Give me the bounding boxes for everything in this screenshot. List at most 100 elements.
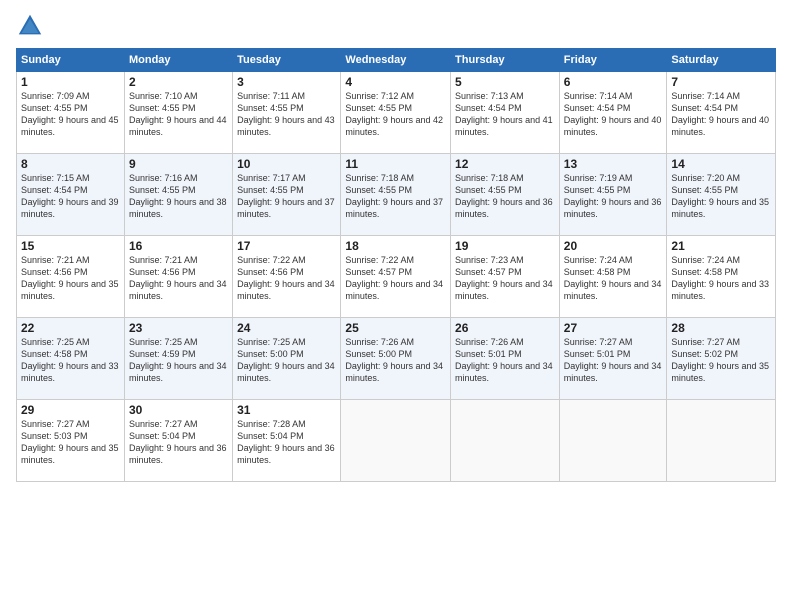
calendar-cell: 9 Sunrise: 7:16 AMSunset: 4:55 PMDayligh… xyxy=(124,154,232,236)
day-number: 1 xyxy=(21,75,120,89)
calendar-cell: 5 Sunrise: 7:13 AMSunset: 4:54 PMDayligh… xyxy=(451,72,560,154)
day-info: Sunrise: 7:10 AMSunset: 4:55 PMDaylight:… xyxy=(129,91,227,137)
calendar-cell: 26 Sunrise: 7:26 AMSunset: 5:01 PMDaylig… xyxy=(451,318,560,400)
day-number: 13 xyxy=(564,157,663,171)
day-number: 25 xyxy=(345,321,446,335)
calendar-cell: 8 Sunrise: 7:15 AMSunset: 4:54 PMDayligh… xyxy=(17,154,125,236)
day-number: 23 xyxy=(129,321,228,335)
page-header xyxy=(16,12,776,40)
day-number: 9 xyxy=(129,157,228,171)
day-info: Sunrise: 7:12 AMSunset: 4:55 PMDaylight:… xyxy=(345,91,443,137)
calendar-cell: 4 Sunrise: 7:12 AMSunset: 4:55 PMDayligh… xyxy=(341,72,451,154)
day-info: Sunrise: 7:14 AMSunset: 4:54 PMDaylight:… xyxy=(671,91,769,137)
calendar-cell: 21 Sunrise: 7:24 AMSunset: 4:58 PMDaylig… xyxy=(667,236,776,318)
calendar-cell xyxy=(559,400,667,482)
day-number: 3 xyxy=(237,75,336,89)
calendar-cell xyxy=(341,400,451,482)
calendar-table: SundayMondayTuesdayWednesdayThursdayFrid… xyxy=(16,48,776,482)
day-info: Sunrise: 7:21 AMSunset: 4:56 PMDaylight:… xyxy=(21,255,119,301)
calendar-cell: 12 Sunrise: 7:18 AMSunset: 4:55 PMDaylig… xyxy=(451,154,560,236)
day-number: 28 xyxy=(671,321,771,335)
day-info: Sunrise: 7:26 AMSunset: 5:00 PMDaylight:… xyxy=(345,337,443,383)
day-number: 5 xyxy=(455,75,555,89)
calendar-cell: 15 Sunrise: 7:21 AMSunset: 4:56 PMDaylig… xyxy=(17,236,125,318)
day-info: Sunrise: 7:17 AMSunset: 4:55 PMDaylight:… xyxy=(237,173,335,219)
weekday-header-monday: Monday xyxy=(124,49,232,72)
day-number: 15 xyxy=(21,239,120,253)
calendar-cell: 1 Sunrise: 7:09 AMSunset: 4:55 PMDayligh… xyxy=(17,72,125,154)
calendar-cell: 19 Sunrise: 7:23 AMSunset: 4:57 PMDaylig… xyxy=(451,236,560,318)
calendar-cell xyxy=(667,400,776,482)
calendar-cell: 24 Sunrise: 7:25 AMSunset: 5:00 PMDaylig… xyxy=(233,318,341,400)
calendar-cell: 13 Sunrise: 7:19 AMSunset: 4:55 PMDaylig… xyxy=(559,154,667,236)
calendar-cell: 17 Sunrise: 7:22 AMSunset: 4:56 PMDaylig… xyxy=(233,236,341,318)
day-info: Sunrise: 7:20 AMSunset: 4:55 PMDaylight:… xyxy=(671,173,769,219)
day-number: 7 xyxy=(671,75,771,89)
calendar-cell xyxy=(451,400,560,482)
day-number: 30 xyxy=(129,403,228,417)
day-number: 4 xyxy=(345,75,446,89)
day-info: Sunrise: 7:18 AMSunset: 4:55 PMDaylight:… xyxy=(455,173,553,219)
day-info: Sunrise: 7:27 AMSunset: 5:01 PMDaylight:… xyxy=(564,337,662,383)
calendar-cell: 20 Sunrise: 7:24 AMSunset: 4:58 PMDaylig… xyxy=(559,236,667,318)
calendar-cell: 25 Sunrise: 7:26 AMSunset: 5:00 PMDaylig… xyxy=(341,318,451,400)
day-info: Sunrise: 7:09 AMSunset: 4:55 PMDaylight:… xyxy=(21,91,119,137)
calendar-cell: 11 Sunrise: 7:18 AMSunset: 4:55 PMDaylig… xyxy=(341,154,451,236)
day-info: Sunrise: 7:14 AMSunset: 4:54 PMDaylight:… xyxy=(564,91,662,137)
day-info: Sunrise: 7:25 AMSunset: 4:58 PMDaylight:… xyxy=(21,337,119,383)
calendar-cell: 18 Sunrise: 7:22 AMSunset: 4:57 PMDaylig… xyxy=(341,236,451,318)
logo xyxy=(16,12,48,40)
day-number: 31 xyxy=(237,403,336,417)
day-number: 2 xyxy=(129,75,228,89)
day-number: 29 xyxy=(21,403,120,417)
day-number: 8 xyxy=(21,157,120,171)
day-info: Sunrise: 7:24 AMSunset: 4:58 PMDaylight:… xyxy=(671,255,769,301)
day-info: Sunrise: 7:11 AMSunset: 4:55 PMDaylight:… xyxy=(237,91,335,137)
day-number: 16 xyxy=(129,239,228,253)
day-info: Sunrise: 7:22 AMSunset: 4:57 PMDaylight:… xyxy=(345,255,443,301)
weekday-header-friday: Friday xyxy=(559,49,667,72)
calendar-cell: 23 Sunrise: 7:25 AMSunset: 4:59 PMDaylig… xyxy=(124,318,232,400)
calendar-cell: 16 Sunrise: 7:21 AMSunset: 4:56 PMDaylig… xyxy=(124,236,232,318)
day-info: Sunrise: 7:15 AMSunset: 4:54 PMDaylight:… xyxy=(21,173,119,219)
day-number: 17 xyxy=(237,239,336,253)
calendar-cell: 10 Sunrise: 7:17 AMSunset: 4:55 PMDaylig… xyxy=(233,154,341,236)
day-number: 11 xyxy=(345,157,446,171)
logo-icon xyxy=(16,12,44,40)
day-info: Sunrise: 7:27 AMSunset: 5:02 PMDaylight:… xyxy=(671,337,769,383)
day-number: 27 xyxy=(564,321,663,335)
calendar-cell: 22 Sunrise: 7:25 AMSunset: 4:58 PMDaylig… xyxy=(17,318,125,400)
day-number: 14 xyxy=(671,157,771,171)
calendar-cell: 31 Sunrise: 7:28 AMSunset: 5:04 PMDaylig… xyxy=(233,400,341,482)
day-info: Sunrise: 7:27 AMSunset: 5:03 PMDaylight:… xyxy=(21,419,119,465)
day-number: 19 xyxy=(455,239,555,253)
day-info: Sunrise: 7:26 AMSunset: 5:01 PMDaylight:… xyxy=(455,337,553,383)
weekday-header-sunday: Sunday xyxy=(17,49,125,72)
calendar-cell: 28 Sunrise: 7:27 AMSunset: 5:02 PMDaylig… xyxy=(667,318,776,400)
day-number: 18 xyxy=(345,239,446,253)
day-info: Sunrise: 7:23 AMSunset: 4:57 PMDaylight:… xyxy=(455,255,553,301)
day-info: Sunrise: 7:25 AMSunset: 4:59 PMDaylight:… xyxy=(129,337,227,383)
calendar-cell: 14 Sunrise: 7:20 AMSunset: 4:55 PMDaylig… xyxy=(667,154,776,236)
weekday-header-tuesday: Tuesday xyxy=(233,49,341,72)
day-info: Sunrise: 7:24 AMSunset: 4:58 PMDaylight:… xyxy=(564,255,662,301)
day-info: Sunrise: 7:21 AMSunset: 4:56 PMDaylight:… xyxy=(129,255,227,301)
day-number: 24 xyxy=(237,321,336,335)
day-info: Sunrise: 7:16 AMSunset: 4:55 PMDaylight:… xyxy=(129,173,227,219)
day-number: 22 xyxy=(21,321,120,335)
day-number: 10 xyxy=(237,157,336,171)
day-info: Sunrise: 7:22 AMSunset: 4:56 PMDaylight:… xyxy=(237,255,335,301)
day-number: 12 xyxy=(455,157,555,171)
day-info: Sunrise: 7:28 AMSunset: 5:04 PMDaylight:… xyxy=(237,419,335,465)
calendar-cell: 6 Sunrise: 7:14 AMSunset: 4:54 PMDayligh… xyxy=(559,72,667,154)
day-number: 21 xyxy=(671,239,771,253)
day-number: 20 xyxy=(564,239,663,253)
day-info: Sunrise: 7:18 AMSunset: 4:55 PMDaylight:… xyxy=(345,173,443,219)
day-info: Sunrise: 7:27 AMSunset: 5:04 PMDaylight:… xyxy=(129,419,227,465)
day-info: Sunrise: 7:25 AMSunset: 5:00 PMDaylight:… xyxy=(237,337,335,383)
weekday-header-saturday: Saturday xyxy=(667,49,776,72)
weekday-header-wednesday: Wednesday xyxy=(341,49,451,72)
weekday-header-thursday: Thursday xyxy=(451,49,560,72)
day-info: Sunrise: 7:13 AMSunset: 4:54 PMDaylight:… xyxy=(455,91,553,137)
day-number: 26 xyxy=(455,321,555,335)
